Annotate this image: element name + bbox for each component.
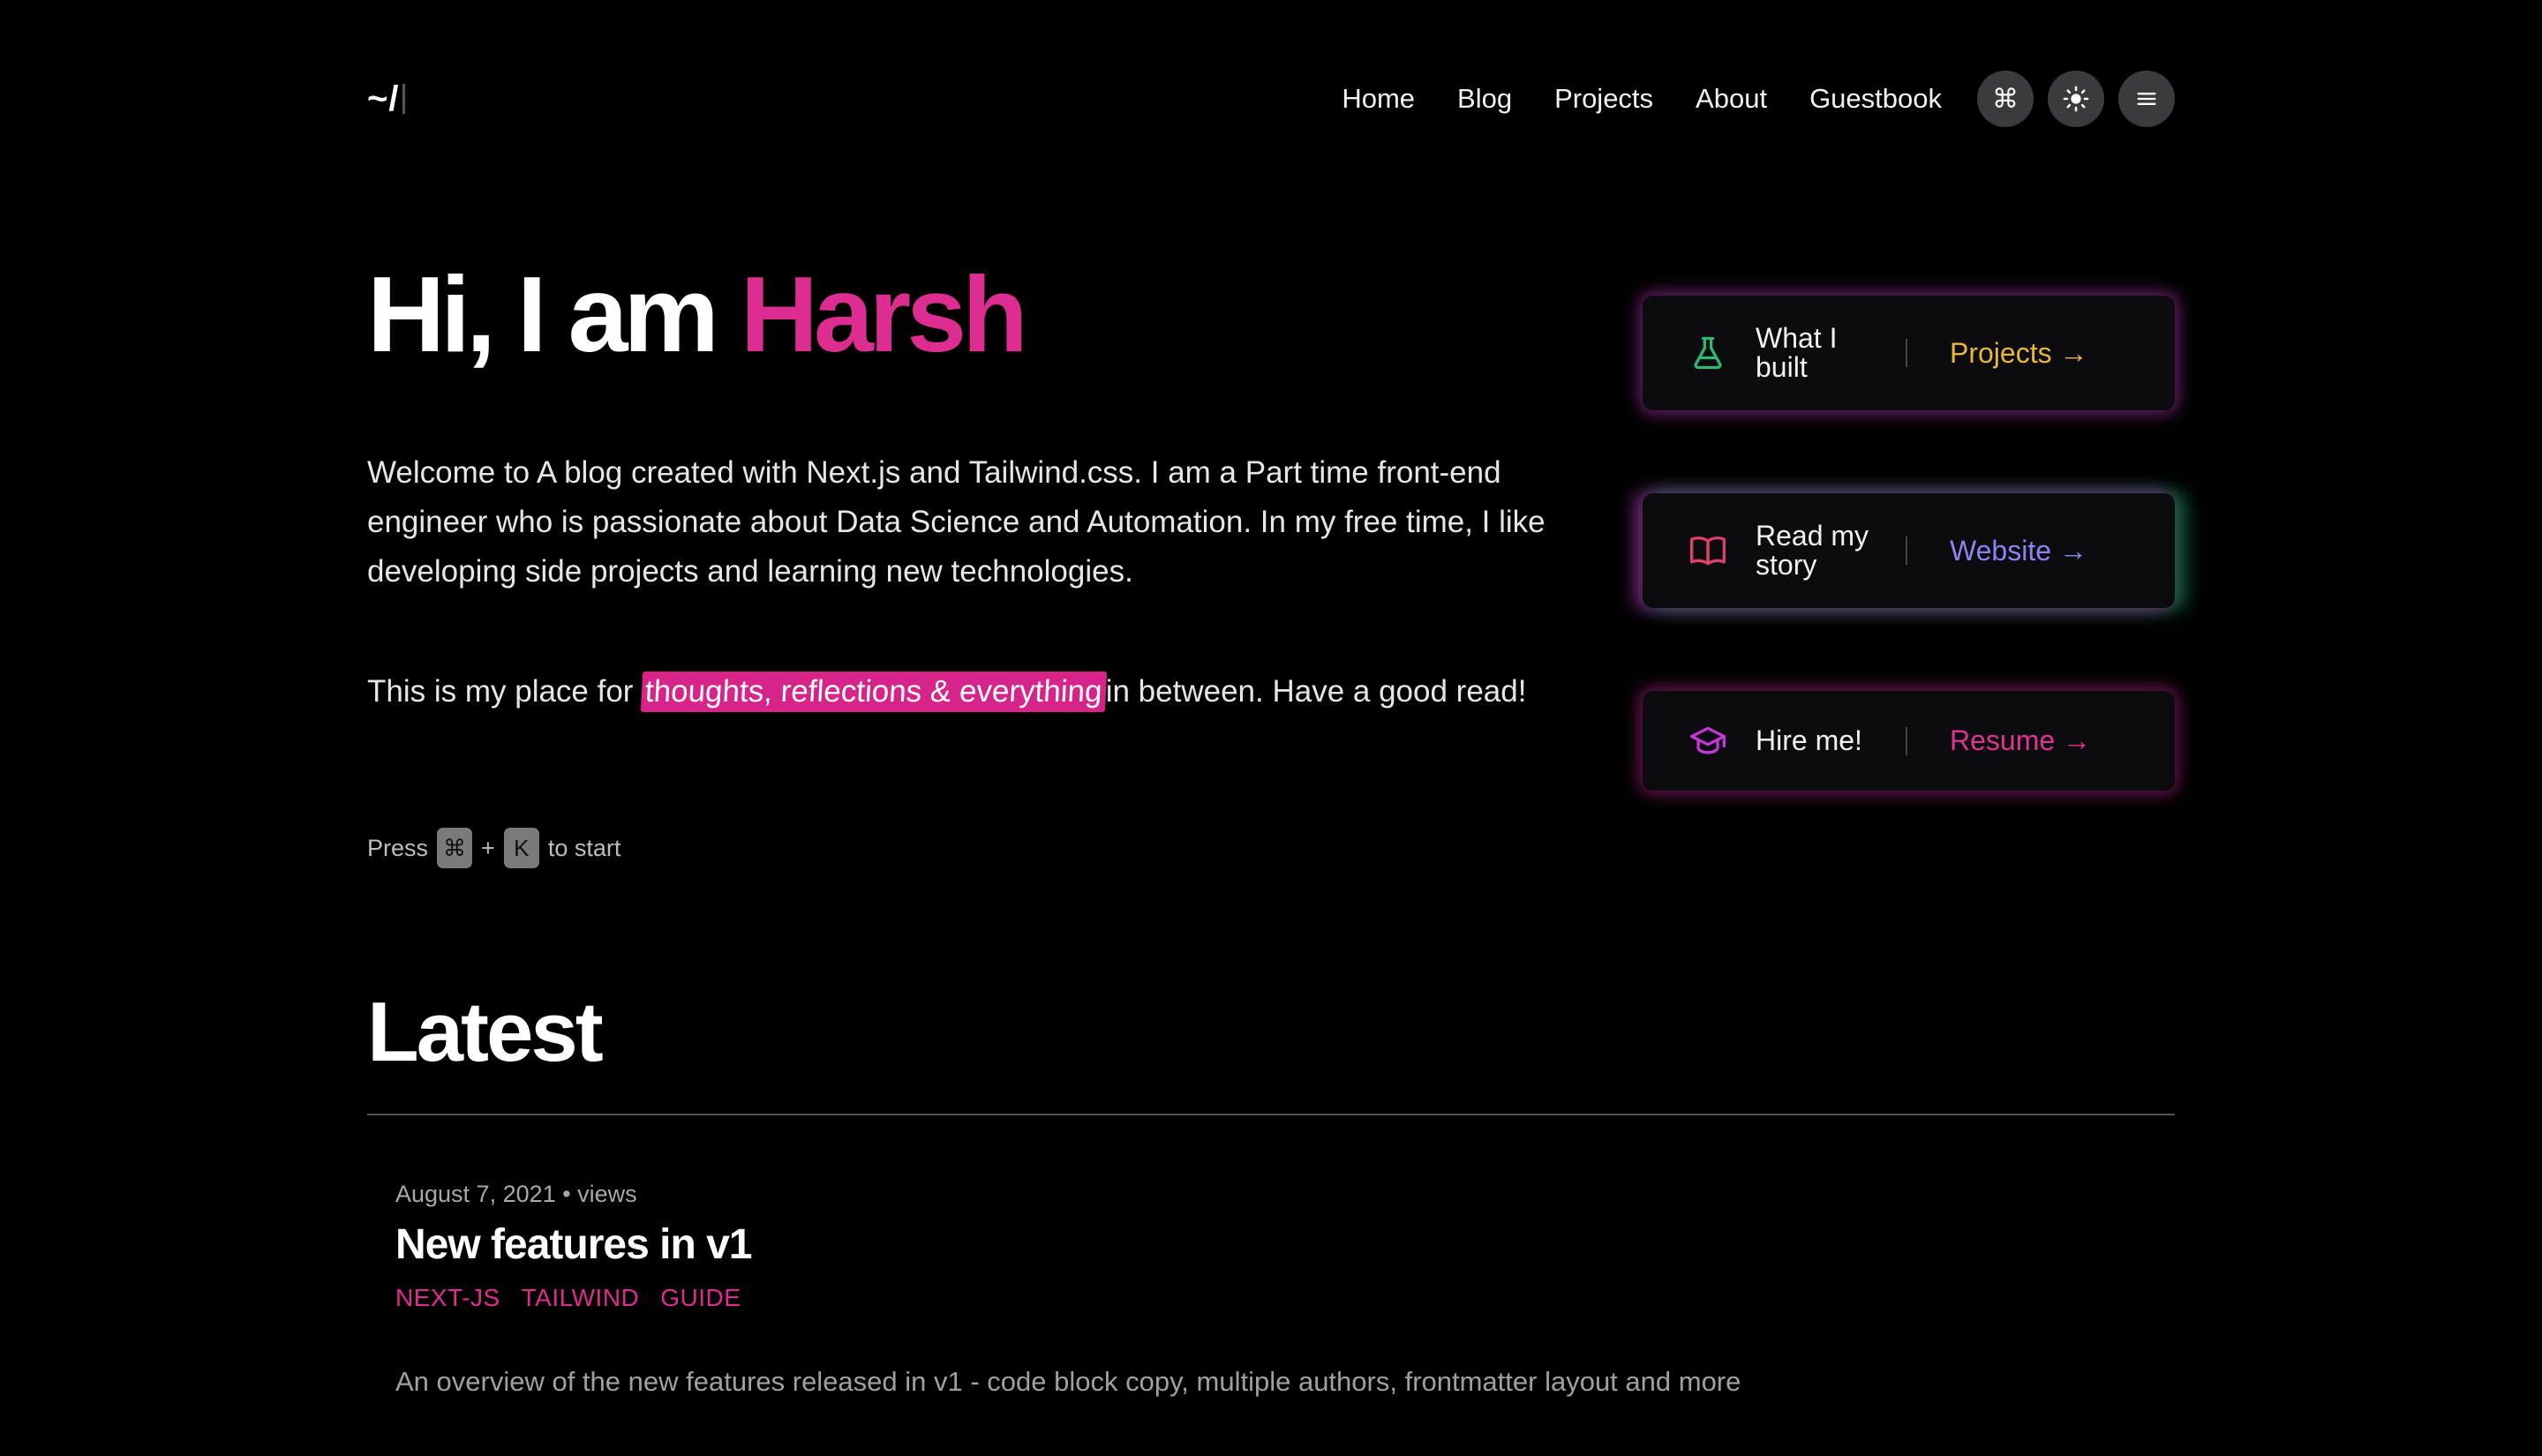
nav-guestbook[interactable]: Guestbook: [1809, 83, 1942, 115]
post-tags: NEXT-JS TAILWIND GUIDE: [395, 1284, 762, 1312]
graduation-cap-icon: [1687, 720, 1729, 762]
post-title[interactable]: New features in v1: [395, 1220, 752, 1269]
tag-link[interactable]: NEXT-JS: [395, 1284, 500, 1312]
site-logo[interactable]: ~/: [367, 79, 406, 119]
post-summary: An overview of the new features released…: [395, 1366, 1741, 1397]
tagline-highlight: thoughts, reflections & everything: [640, 672, 1107, 712]
tag-link[interactable]: TAILWIND: [522, 1284, 640, 1312]
book-icon: [1687, 529, 1729, 572]
divider: [1906, 339, 1907, 367]
nav-blog[interactable]: Blog: [1457, 83, 1512, 115]
card-label: Hire me!: [1756, 724, 1862, 756]
flask-icon: [1687, 332, 1729, 374]
post-date: August 7, 2021: [395, 1181, 556, 1207]
intro-paragraph: Welcome to A blog created with Next.js a…: [367, 455, 1546, 589]
cursor-caret: [402, 84, 406, 114]
command-palette-button[interactable]: ⌘: [1977, 71, 2034, 127]
projects-link[interactable]: Projects →: [1950, 337, 2087, 370]
card-label: What I built: [1756, 322, 1838, 383]
hero-name: Harsh: [740, 254, 1028, 374]
card-hire-me[interactable]: Hire me! Resume →: [1643, 691, 2175, 791]
divider: [1906, 537, 1907, 565]
card-read-my-story[interactable]: Read my story Website →: [1643, 493, 2175, 608]
shortcut-hint: Press ⌘ + K to start: [367, 828, 620, 868]
nav-about[interactable]: About: [1696, 83, 1767, 115]
card-label: Read my story: [1756, 520, 1869, 581]
command-icon: ⌘: [1992, 84, 2019, 114]
website-link[interactable]: Website →: [1950, 535, 2087, 567]
section-divider: [367, 1114, 2175, 1115]
command-key: ⌘: [437, 828, 473, 868]
latest-heading: Latest: [367, 985, 604, 1079]
menu-button[interactable]: [2118, 71, 2175, 127]
theme-toggle-button[interactable]: [2048, 71, 2104, 127]
nav-home[interactable]: Home: [1342, 83, 1415, 115]
page: ~/ Home Blog Projects About Guestbook ⌘: [367, 0, 2175, 1456]
nav-projects[interactable]: Projects: [1554, 83, 1653, 115]
menu-icon: [2137, 93, 2156, 106]
tagline-paragraph: This is my place for thoughts, reflectio…: [367, 667, 1554, 717]
hero-heading: Hi, I am Harsh: [367, 254, 1028, 374]
post-views: • views: [562, 1181, 637, 1207]
k-key: K: [503, 828, 539, 868]
tag-link[interactable]: GUIDE: [660, 1284, 741, 1312]
resume-link[interactable]: Resume →: [1950, 724, 2091, 757]
post-meta: August 7, 2021 • views: [395, 1181, 637, 1208]
sun-icon: [2063, 86, 2089, 112]
card-what-i-built[interactable]: What I built Projects →: [1643, 296, 2175, 410]
divider: [1906, 726, 1907, 755]
main-nav: Home Blog Projects About Guestbook ⌘: [1342, 71, 2175, 127]
